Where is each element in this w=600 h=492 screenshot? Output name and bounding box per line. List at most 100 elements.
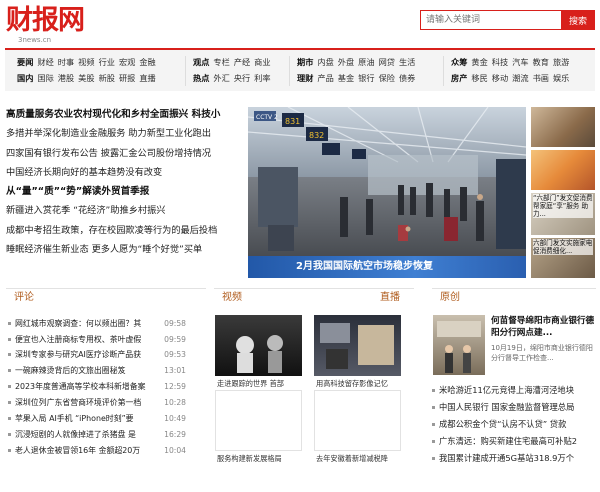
original-title[interactable]: 何苗督导绵阳市商业银行德阳分行网点建... xyxy=(491,315,596,341)
nav-item[interactable]: 移民 xyxy=(471,70,487,86)
nav-item[interactable]: 直播 xyxy=(139,70,155,86)
comment-item[interactable]: 便宜也入注册商标专用权、茶叶虚假 09:59 xyxy=(8,332,186,347)
nav-item[interactable]: 宏观 xyxy=(119,54,135,70)
section-title-live[interactable]: 直播 xyxy=(380,289,400,307)
comment-item[interactable]: 沉浸短剧的人就像掉进了杀猪盘 是 16:29 xyxy=(8,427,186,442)
headline-link[interactable]: 睡眠经济催生新业态 更多人愿为“睡个好觉”买单 xyxy=(6,240,242,259)
comment-time: 09:53 xyxy=(164,350,186,359)
nav-item[interactable]: 视频 xyxy=(78,54,94,70)
comment-item[interactable]: 一碗麻辣烫背后的文旅出圈秘笈 13:01 xyxy=(8,363,186,378)
side-thumbnail[interactable] xyxy=(531,107,595,147)
headline-link[interactable]: 中国经济长期向好的基本趋势没有改变 xyxy=(6,163,242,182)
hero-image[interactable]: 831 832 CCTV 2 2月我国国际航空市场稳步恢复 xyxy=(248,107,526,278)
side-thumbnail[interactable]: “六部门”发文促消费帮家庭“享”服务 助力... xyxy=(531,193,595,235)
section-title: 原创 xyxy=(440,292,460,303)
category-nav: 要闻 财经 时事 视频 行业 宏观 金融 国内 国际 港股 美股 新股 研报 直播 观点 专栏 产经 商业 热… xyxy=(5,48,595,91)
nav-item[interactable]: 理财 xyxy=(297,70,313,86)
side-thumbnail[interactable] xyxy=(531,150,595,190)
nav-item[interactable]: 娱乐 xyxy=(553,70,569,86)
nav-item[interactable]: 生活 xyxy=(399,54,415,70)
comment-item[interactable]: 2023年度普通高等学校本科新增备案 12:59 xyxy=(8,379,186,394)
nav-item[interactable]: 外盘 xyxy=(338,54,354,70)
nav-item[interactable]: 热点 xyxy=(193,70,209,86)
comment-item[interactable]: 深圳专家参与研究AI医疗诊断产品获 09:53 xyxy=(8,347,186,362)
original-thumbnail[interactable] xyxy=(433,315,485,375)
site-logo[interactable]: 财报网 3news.cn xyxy=(6,6,96,45)
comment-item[interactable]: 网红城市观察调查：何以频出圈？其 09:58 xyxy=(8,316,186,331)
nav-item[interactable]: 期市 xyxy=(297,54,313,70)
nav-item[interactable]: 央行 xyxy=(234,70,250,86)
nav-item[interactable]: 银行 xyxy=(358,70,374,86)
nav-item[interactable]: 科技 xyxy=(492,54,508,70)
headline-link[interactable]: 新疆进入赏花季 “花经济”助推乡村振兴 xyxy=(6,201,242,220)
nav-item[interactable]: 房产 xyxy=(451,70,467,86)
video-thumbnail[interactable] xyxy=(215,315,302,376)
headline-link[interactable]: 多措并举深化制造业金融服务 助力新型工业化跑出 xyxy=(6,124,242,143)
nav-item[interactable]: 商业 xyxy=(254,54,270,70)
nav-item[interactable]: 内盘 xyxy=(317,54,333,70)
headline-link[interactable]: 成都中考招生政策，存在校园欺凌等行为的最后投档 xyxy=(6,221,242,240)
nav-item[interactable]: 国际 xyxy=(37,70,53,86)
nav-item[interactable]: 利率 xyxy=(254,70,270,86)
nav-item[interactable]: 众筹 xyxy=(451,54,467,70)
comment-item[interactable]: 深圳位列广东省营商环境评价第一档 10:28 xyxy=(8,395,186,410)
nav-item[interactable]: 要闻 xyxy=(17,54,33,70)
nav-item[interactable]: 时事 xyxy=(58,54,74,70)
search-button[interactable]: 搜索 xyxy=(561,10,595,30)
section-title: 视频 xyxy=(222,292,242,303)
headline-link[interactable]: 四家国有银行发布公告 披露汇金公司股份增持情况 xyxy=(6,144,242,163)
nav-item[interactable]: 网贷 xyxy=(379,54,395,70)
nav-item[interactable]: 汽车 xyxy=(512,54,528,70)
section-header-video[interactable]: 视频 直播 xyxy=(214,288,414,306)
nav-item[interactable]: 潮流 xyxy=(512,70,528,86)
video-thumbnail[interactable] xyxy=(314,315,401,376)
video-caption[interactable]: 走进跟踪的世界 首部 xyxy=(217,379,303,389)
side-caption: “六部门”发文促消费帮家庭“享”服务 助力... xyxy=(533,194,593,218)
nav-item[interactable]: 港股 xyxy=(58,70,74,86)
original-list-item[interactable]: 成都公积金个贷“认房不认贷” 贷款 xyxy=(432,416,596,433)
nav-item[interactable]: 保险 xyxy=(379,70,395,86)
nav-item[interactable]: 行业 xyxy=(99,54,115,70)
original-list-item[interactable]: 广东清远：购买新建住宅最高可补贴2 xyxy=(432,433,596,450)
nav-item[interactable]: 新股 xyxy=(99,70,115,86)
nav-item[interactable]: 黄金 xyxy=(471,54,487,70)
search-input[interactable] xyxy=(420,10,562,30)
nav-item[interactable]: 旅游 xyxy=(553,54,569,70)
comment-title: 老人退休金被冒领16年 金额超20万 xyxy=(15,446,141,455)
original-list-item[interactable]: 米哈游近11亿元竞得上海漕河泾地块 xyxy=(432,382,596,399)
nav-item[interactable]: 美股 xyxy=(78,70,94,86)
comment-item[interactable]: 苹果入局 AI手机 “iPhone时刻”要 10:49 xyxy=(8,411,186,426)
video-caption[interactable]: 服务构建新发展格局 xyxy=(217,454,303,464)
nav-item[interactable]: 国内 xyxy=(17,70,33,86)
nav-item[interactable]: 移动 xyxy=(492,70,508,86)
video-caption[interactable]: 用高科技留存影像记忆 xyxy=(316,379,402,389)
video-thumbnail[interactable] xyxy=(314,390,401,451)
video-thumbnail[interactable] xyxy=(215,390,302,451)
nav-item[interactable]: 金融 xyxy=(139,54,155,70)
nav-item[interactable]: 观点 xyxy=(193,54,209,70)
section-header-comment[interactable]: 评论 xyxy=(6,288,206,306)
nav-item[interactable]: 研报 xyxy=(119,70,135,86)
nav-item[interactable]: 教育 xyxy=(533,54,549,70)
nav-item[interactable]: 书画 xyxy=(533,70,549,86)
logo-url: 3news.cn xyxy=(18,36,52,44)
nav-item[interactable]: 产品 xyxy=(317,70,333,86)
nav-item[interactable]: 基金 xyxy=(338,70,354,86)
side-thumbnail[interactable]: 六部门发文实施家电 促消费细化... xyxy=(531,238,595,278)
nav-item[interactable]: 原油 xyxy=(358,54,374,70)
original-list-item[interactable]: 中国人民银行 国家金融监督管理总局 xyxy=(432,399,596,416)
headline-link[interactable]: 高质量服务农业农村现代化和乡村全面振兴 科技小 xyxy=(6,105,242,124)
original-list-item[interactable]: 我国累计建成开通5G基站318.9万个 xyxy=(432,450,596,467)
nav-item[interactable]: 产经 xyxy=(234,54,250,70)
comment-item[interactable]: 老人退休金被冒领16年 金额超20万 10:04 xyxy=(8,443,186,458)
video-caption[interactable]: 去年安徽着新增减税降 xyxy=(316,454,402,464)
section-header-original[interactable]: 原创 xyxy=(432,288,596,306)
nav-item[interactable]: 专栏 xyxy=(213,54,229,70)
nav-group-opinion: 观点 专栏 产经 商业 热点 外汇 央行 利率 xyxy=(193,54,275,86)
nav-item[interactable]: 债券 xyxy=(399,70,415,86)
nav-item[interactable]: 财经 xyxy=(37,54,53,70)
headline-link[interactable]: 从“量”“质”“势”解读外贸首季报 xyxy=(6,182,242,201)
nav-item[interactable]: 外汇 xyxy=(213,70,229,86)
comment-title: 便宜也入注册商标专用权、茶叶虚假 xyxy=(15,335,142,344)
section-title: 评论 xyxy=(14,292,34,303)
